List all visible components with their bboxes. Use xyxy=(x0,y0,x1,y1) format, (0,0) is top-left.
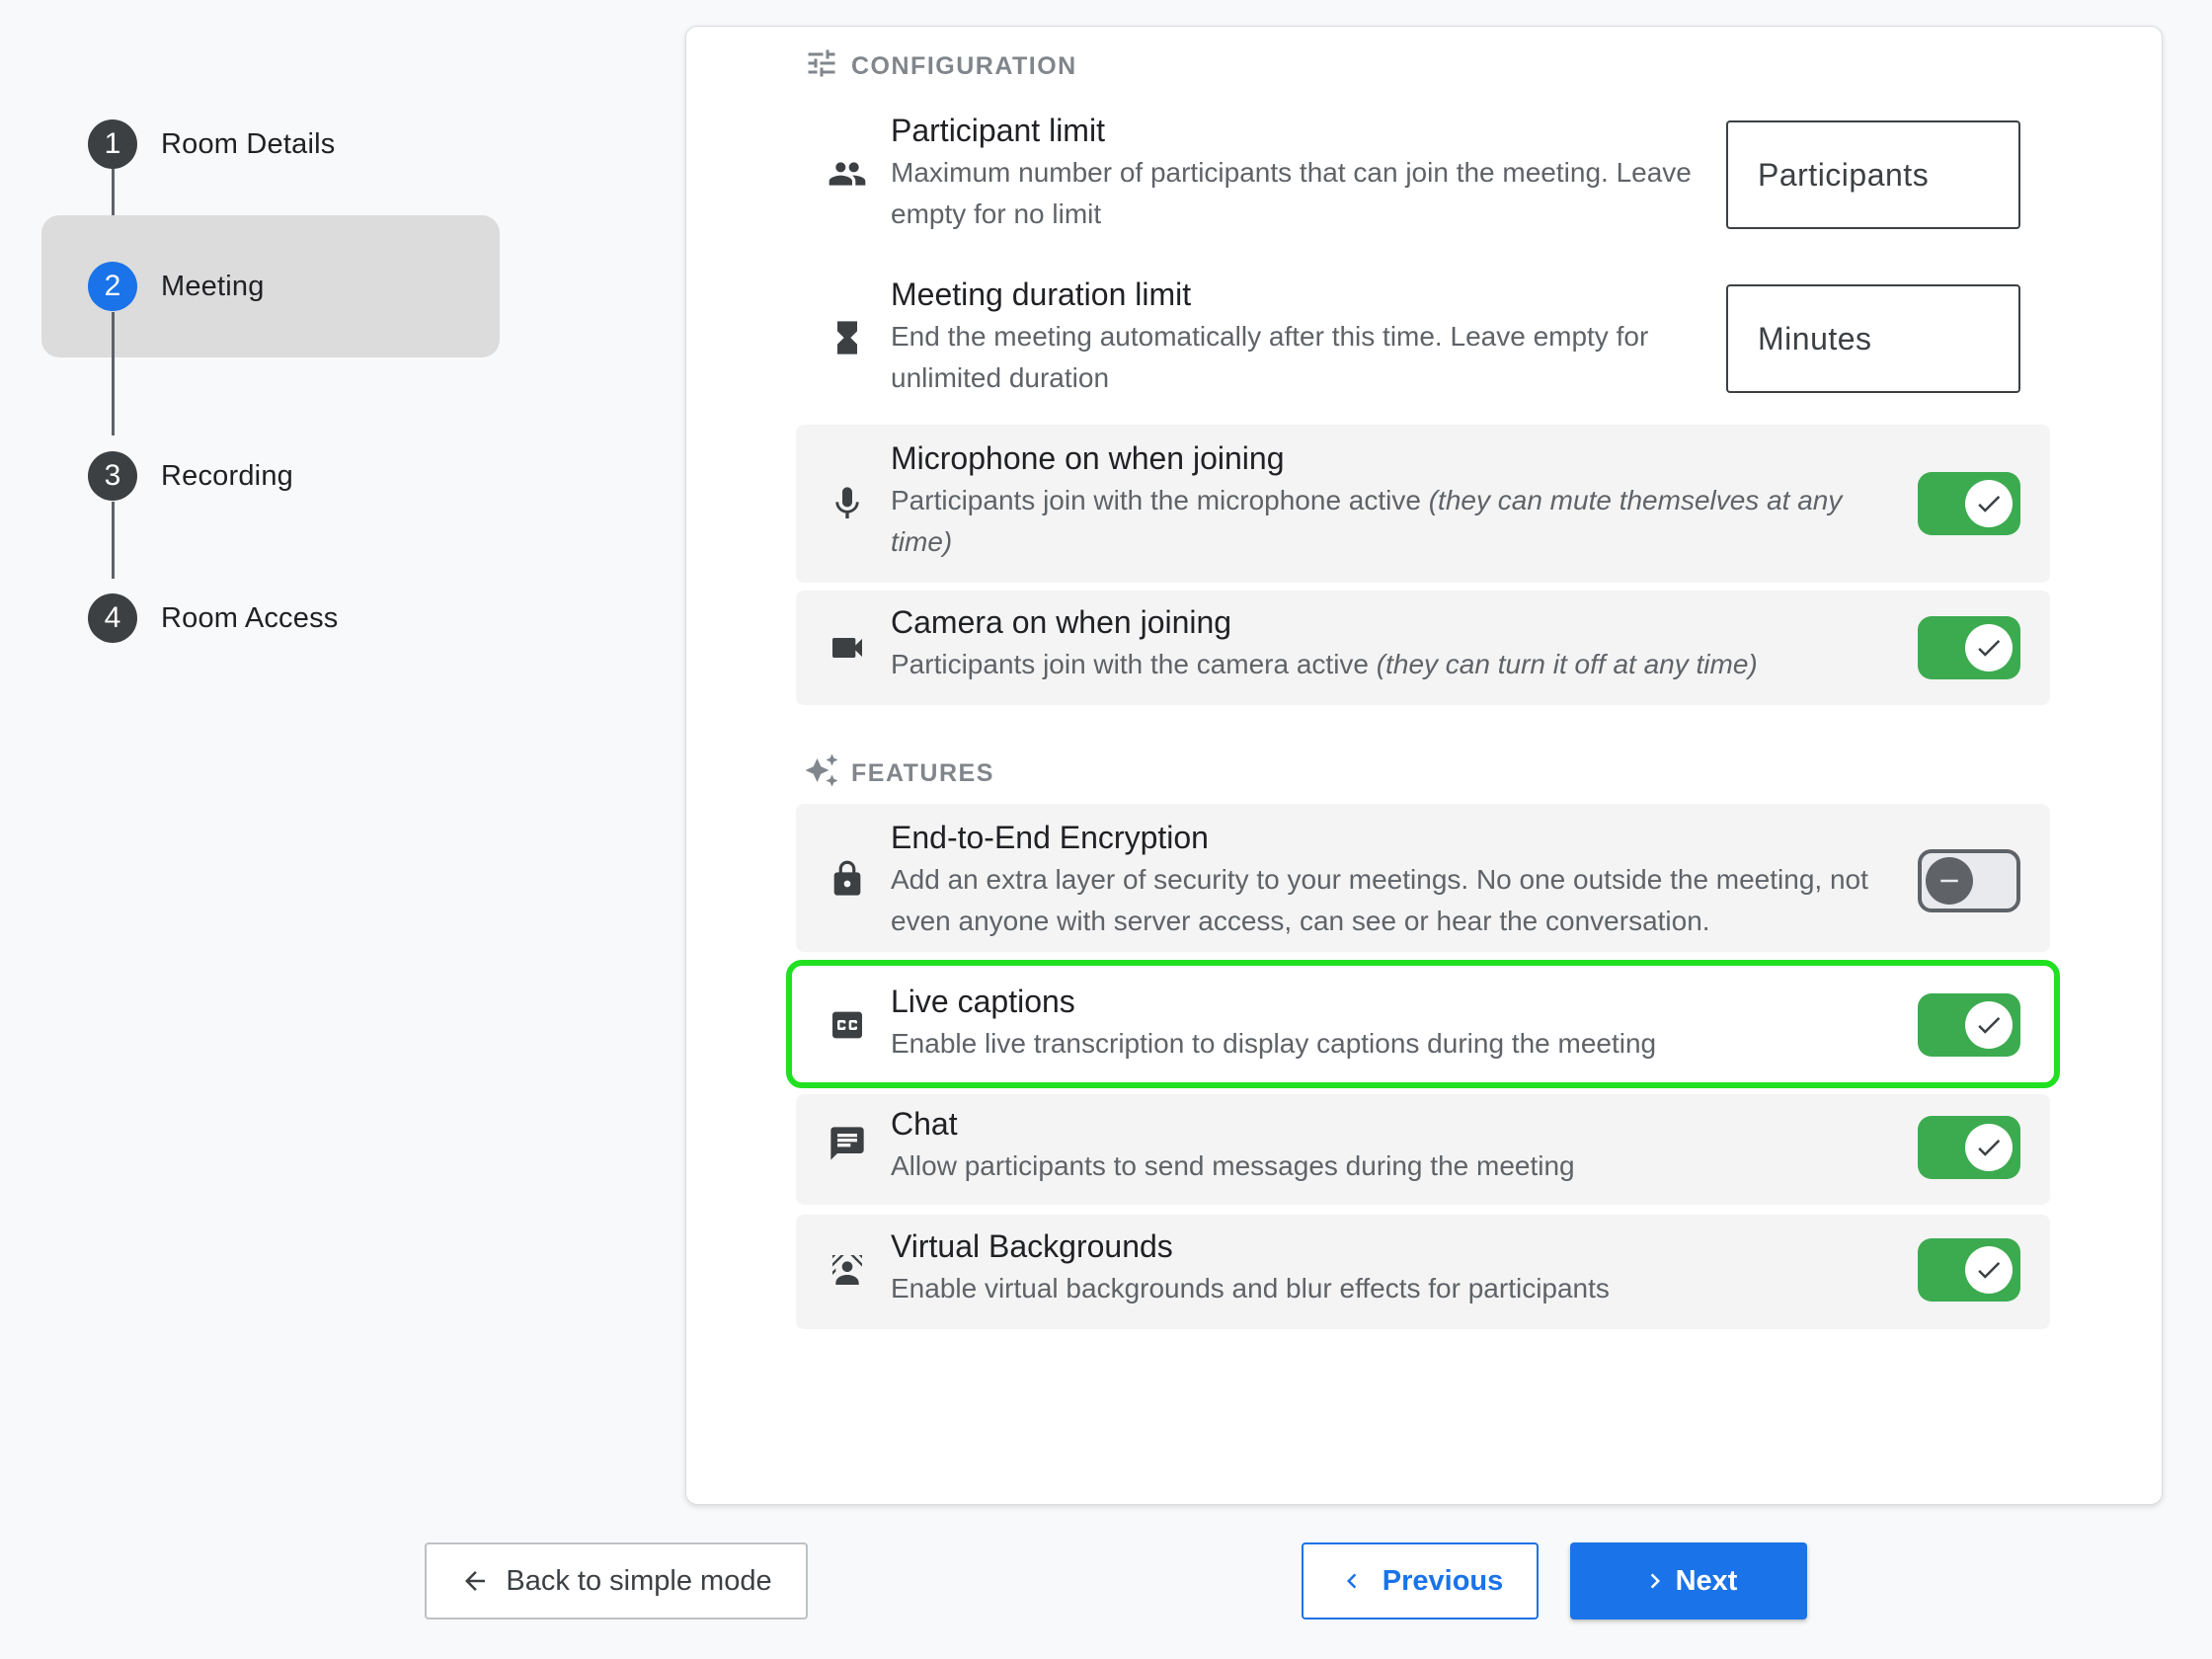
row-text: Meeting duration limit End the meeting a… xyxy=(891,275,1720,399)
row-title: Virtual Backgrounds xyxy=(891,1228,1173,1264)
toggle-knob xyxy=(1926,857,1973,905)
stepper: 1 Room Details 2 Meeting 3 Recording 4 R… xyxy=(0,0,592,711)
chevron-right-icon xyxy=(1650,1573,1660,1589)
tune-icon xyxy=(804,45,839,88)
row-title: Meeting duration limit xyxy=(891,276,1192,312)
camera-toggle[interactable] xyxy=(1918,616,2020,679)
check-icon xyxy=(1978,1261,2001,1279)
step-room-access[interactable]: 4 Room Access xyxy=(88,593,339,643)
step-recording[interactable]: 3 Recording xyxy=(88,451,293,501)
step-number: 3 xyxy=(88,451,137,501)
row-title: End-to-End Encryption xyxy=(891,820,1209,855)
row-text: End-to-End Encryption Add an extra layer… xyxy=(891,818,1888,942)
step-number: 4 xyxy=(88,593,137,643)
back-to-simple-mode-button[interactable]: Back to simple mode xyxy=(425,1542,808,1620)
step-meeting[interactable]: 2 Meeting xyxy=(88,262,265,311)
next-button[interactable]: Next xyxy=(1570,1542,1807,1620)
row-description: Maximum number of participants that can … xyxy=(891,157,1692,229)
step-label: Room Access xyxy=(161,601,339,634)
step-label: Room Details xyxy=(161,127,336,160)
toggle-knob xyxy=(1965,624,2013,672)
hourglass-icon xyxy=(828,318,867,357)
section-title: FEATURES xyxy=(851,759,994,787)
toggle-knob xyxy=(1965,1246,2013,1294)
check-icon xyxy=(1978,1139,2001,1156)
chat-icon xyxy=(828,1124,867,1163)
step-label: Meeting xyxy=(161,270,265,302)
encryption-row: End-to-End Encryption Add an extra layer… xyxy=(796,804,2050,952)
row-text: Virtual Backgrounds Enable virtual backg… xyxy=(891,1226,1878,1309)
row-title: Camera on when joining xyxy=(891,604,1232,640)
step-room-details[interactable]: 1 Room Details xyxy=(88,119,335,169)
description-note: (they can turn it off at any time) xyxy=(1376,649,1758,679)
section-title: CONFIGURATION xyxy=(851,52,1077,80)
background-replace-icon xyxy=(828,1250,867,1290)
description-text: Participants join with the camera active xyxy=(891,649,1377,679)
check-icon xyxy=(1978,639,2001,657)
step-connector xyxy=(112,312,115,435)
button-label: Back to simple mode xyxy=(506,1564,772,1597)
microphone-icon xyxy=(828,484,867,523)
button-label: Previous xyxy=(1382,1564,1504,1597)
row-description: Allow participants to send messages duri… xyxy=(891,1150,1575,1181)
duration-limit-row: Meeting duration limit End the meeting a… xyxy=(796,271,2050,399)
row-text: Chat Allow participants to send messages… xyxy=(891,1104,1878,1187)
step-connector xyxy=(112,502,115,579)
virtual-backgrounds-row: Virtual Backgrounds Enable virtual backg… xyxy=(796,1215,2050,1329)
configuration-header: CONFIGURATION xyxy=(804,45,1077,88)
row-description: Enable virtual backgrounds and blur effe… xyxy=(891,1273,1610,1304)
duration-limit-input[interactable] xyxy=(1726,284,2020,393)
button-label: Next xyxy=(1675,1564,1738,1597)
participant-limit-input[interactable] xyxy=(1726,120,2020,229)
virtual-backgrounds-toggle[interactable] xyxy=(1918,1238,2020,1302)
chevron-left-icon xyxy=(1346,1573,1357,1589)
row-title: Chat xyxy=(891,1106,958,1142)
step-number: 1 xyxy=(88,119,137,169)
row-description: Participants join with the microphone ac… xyxy=(891,480,1878,563)
step-number: 2 xyxy=(88,262,137,311)
row-description: Add an extra layer of security to your m… xyxy=(891,864,1868,936)
chat-toggle[interactable] xyxy=(1918,1116,2020,1179)
row-description: End the meeting automatically after this… xyxy=(891,321,1649,393)
features-header: FEATURES xyxy=(804,752,994,795)
previous-button[interactable]: Previous xyxy=(1302,1542,1539,1620)
row-title: Participant limit xyxy=(891,113,1105,148)
toggle-knob xyxy=(1965,480,2013,527)
row-text: Microphone on when joining Participants … xyxy=(891,438,1878,563)
selection-highlight xyxy=(786,960,2060,1088)
check-icon xyxy=(1978,495,2001,513)
row-text: Camera on when joining Participants join… xyxy=(891,602,1878,685)
sparkle-icon xyxy=(804,752,839,795)
row-title: Microphone on when joining xyxy=(891,440,1285,476)
arrow-back-icon xyxy=(465,1571,486,1591)
participant-limit-row: Participant limit Maximum number of part… xyxy=(796,107,2050,235)
step-label: Recording xyxy=(161,459,293,492)
camera-row: Camera on when joining Participants join… xyxy=(796,591,2050,705)
chat-row: Chat Allow participants to send messages… xyxy=(796,1094,2050,1205)
description-text: Participants join with the microphone ac… xyxy=(891,485,1429,515)
microphone-row: Microphone on when joining Participants … xyxy=(796,425,2050,583)
microphone-toggle[interactable] xyxy=(1918,472,2020,535)
row-description: Participants join with the camera active… xyxy=(891,644,1878,685)
videocam-icon xyxy=(828,628,867,668)
lock-icon xyxy=(828,859,867,899)
people-icon xyxy=(828,154,867,194)
row-text: Participant limit Maximum number of part… xyxy=(891,111,1720,235)
minus-icon xyxy=(1940,879,1958,883)
encryption-toggle[interactable] xyxy=(1918,849,2020,912)
toggle-knob xyxy=(1965,1124,2013,1171)
